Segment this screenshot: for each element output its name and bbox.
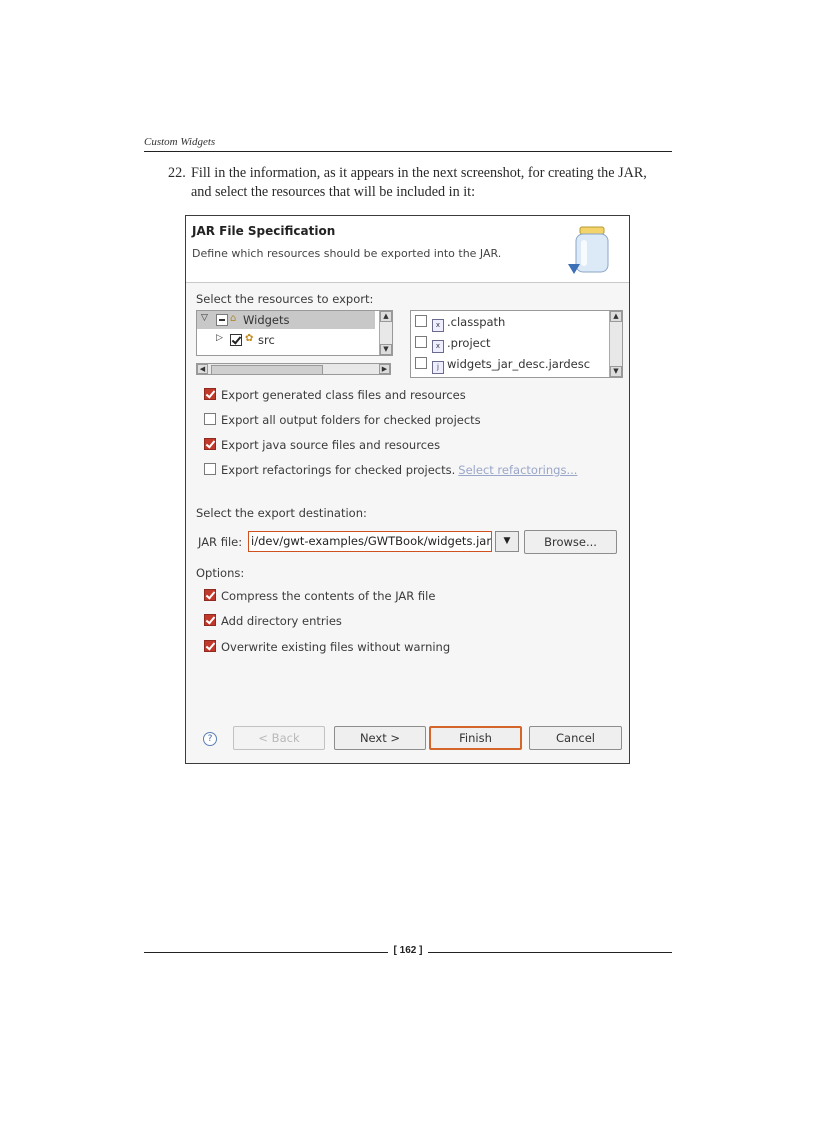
jar-export-dialog: JAR File Specification Define which reso… [185,215,630,764]
cancel-button[interactable]: Cancel [529,726,622,750]
footer-rule-left [144,952,388,953]
page-number: [ 162 ] [393,945,423,956]
dropdown-arrow-icon[interactable]: ▼ [495,531,519,552]
file-item-project[interactable]: x .project [415,336,491,353]
scroll-down-icon[interactable]: ▼ [610,366,622,377]
checkbox[interactable] [204,640,216,652]
option-export-class-files[interactable]: Export generated class files and resourc… [204,388,466,402]
expand-right-icon[interactable]: ▷ [216,333,223,343]
file-list[interactable]: x .classpath x .project j widgets_jar_desc.… [410,310,623,378]
file-label: .classpath [447,315,506,329]
option-export-java-source[interactable]: Export java source files and resources [204,438,440,452]
file-icon: x [432,319,444,332]
file-checkbox[interactable] [415,357,427,369]
select-refactorings-link[interactable]: Select refactorings... [458,463,577,477]
jar-icon [568,226,609,274]
tree-item-widgets[interactable]: ▽ ⌂ Widgets [197,311,375,329]
scroll-right-icon[interactable]: ▶ [379,364,390,374]
checkbox[interactable] [204,388,216,400]
jardesc-icon: j [432,361,444,374]
option-label: Add directory entries [221,614,342,628]
tree-checkbox-widgets[interactable] [216,314,228,326]
next-button[interactable]: Next > [334,726,426,750]
jar-file-input[interactable]: i/dev/gwt-examples/GWTBook/widgets.jar [248,531,492,552]
option-overwrite[interactable]: Overwrite existing files without warning [204,640,450,654]
options-label: Options: [196,566,245,580]
option-label: Export generated class files and resourc… [221,388,466,402]
option-label: Export all output folders for checked pr… [221,413,481,427]
option-compress[interactable]: Compress the contents of the JAR file [204,589,435,603]
checkbox[interactable] [204,463,216,475]
resource-tree[interactable]: ▽ ⌂ Widgets ▷ ✿ src ▲ ▼ [196,310,393,356]
tree-vertical-scrollbar[interactable]: ▲ ▼ [379,311,392,355]
step-text: Fill in the information, as it appears i… [191,165,647,200]
option-directory-entries[interactable]: Add directory entries [204,614,342,628]
option-export-refactorings[interactable]: Export refactorings for checked projects… [204,463,577,477]
file-checkbox[interactable] [415,336,427,348]
checkbox[interactable] [204,438,216,450]
file-item-classpath[interactable]: x .classpath [415,315,505,332]
jar-file-label: JAR file: [198,535,243,549]
dialog-description: Define which resources should be exporte… [192,247,502,260]
option-label: Overwrite existing files without warning [221,640,451,654]
tree-checkbox-src[interactable] [230,334,242,346]
footer-rule-right [428,952,672,953]
checkbox[interactable] [204,614,216,626]
file-item-jardesc[interactable]: j widgets_jar_desc.jardesc [415,357,590,374]
finish-button[interactable]: Finish [429,726,522,750]
file-icon: x [432,340,444,353]
scroll-up-icon[interactable]: ▲ [610,311,622,322]
tree-item-label: src [258,333,275,347]
file-list-scrollbar[interactable]: ▲ ▼ [609,311,622,377]
tree-horizontal-scrollbar[interactable]: ◀ ▶ [196,363,391,375]
checkbox[interactable] [204,413,216,425]
dialog-header: JAR File Specification Define which reso… [186,216,629,283]
scroll-left-icon[interactable]: ◀ [197,364,208,374]
back-button[interactable]: < Back [233,726,325,750]
tree-item-label: Widgets [243,313,290,327]
expand-down-icon[interactable]: ▽ [201,313,208,323]
destination-label: Select the export destination: [196,506,367,520]
file-label: widgets_jar_desc.jardesc [447,357,591,371]
scroll-up-icon[interactable]: ▲ [380,311,392,322]
project-icon: ⌂ [230,313,237,324]
package-folder-icon: ✿ [245,333,254,344]
browse-button[interactable]: Browse... [524,530,617,554]
option-label: Export refactorings for checked projects… [221,463,456,477]
option-label: Compress the contents of the JAR file [221,589,436,603]
file-checkbox[interactable] [415,315,427,327]
resources-label: Select the resources to export: [196,292,374,306]
option-label: Export java source files and resources [221,438,441,452]
step-number: 22. [168,165,186,181]
dialog-title: JAR File Specification [192,224,336,238]
help-icon[interactable]: ? [203,732,217,746]
file-label: .project [447,336,491,350]
checkbox[interactable] [204,589,216,601]
option-export-output-folders[interactable]: Export all output folders for checked pr… [204,413,481,427]
running-head: Custom Widgets [144,136,672,152]
scroll-down-icon[interactable]: ▼ [380,344,392,355]
scroll-thumb[interactable] [211,365,323,375]
